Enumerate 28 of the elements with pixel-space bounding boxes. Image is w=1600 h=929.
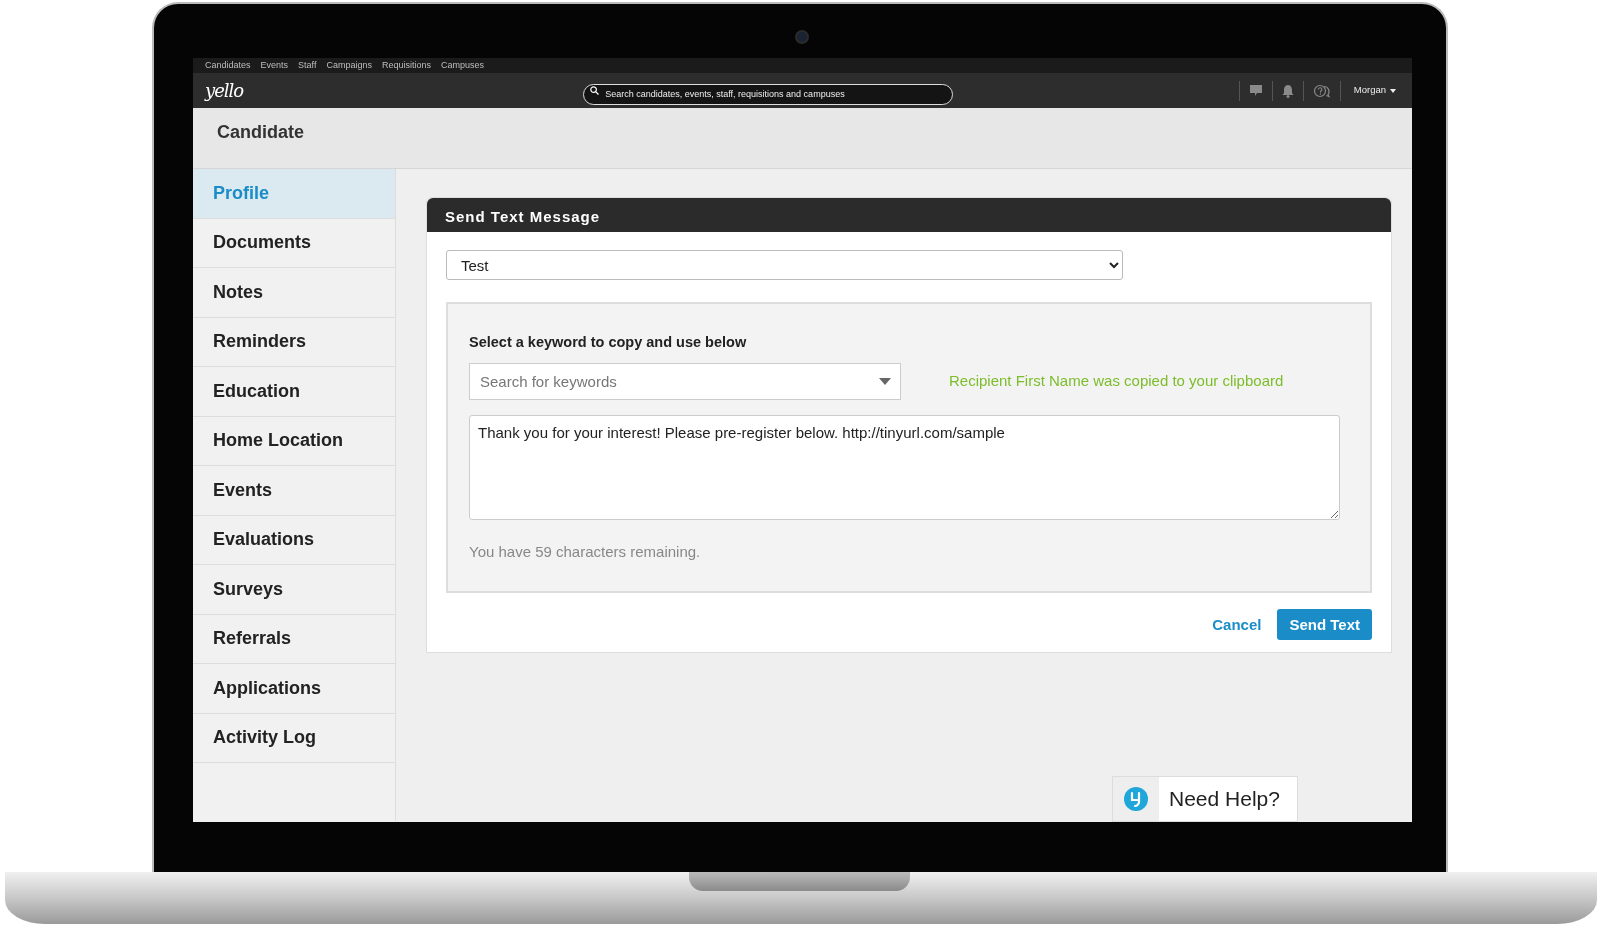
keyword-label: Select a keyword to copy and use below <box>469 333 748 352</box>
cancel-link[interactable]: Cancel <box>1208 609 1266 640</box>
characters-remaining: You have 59 characters remaining. <box>469 541 702 562</box>
top-nav-link[interactable]: Campaigns <box>326 58 372 73</box>
caret-icon <box>1390 88 1396 93</box>
help-label: Need Help? <box>1168 786 1280 813</box>
dropdown-caret-icon <box>879 377 891 385</box>
top-nav-link[interactable]: Campuses <box>441 58 484 73</box>
keyword-search-field[interactable]: Search for keywords <box>469 362 901 400</box>
logo-icon <box>1124 787 1148 811</box>
camera-icon <box>795 30 809 44</box>
bell-icon[interactable] <box>1281 83 1294 98</box>
help-bubbles-icon[interactable] <box>1312 83 1331 98</box>
template-select[interactable]: Test <box>446 250 1123 280</box>
message-field[interactable]: Thank you for your interest! Please pre-register below. http://tinyurl.com/sample <box>469 414 1340 520</box>
top-nav-link[interactable]: Candidates <box>205 58 251 73</box>
dialog-title: Send Text Message <box>427 198 1391 232</box>
copied-message: Recipient First Name was copied to your clipboard <box>949 371 1284 391</box>
search-field[interactable]: Search candidates, events, staff, requisitions and campuses <box>583 83 954 105</box>
send-text-button[interactable]: Send Text <box>1277 609 1372 641</box>
page-title: Candidate <box>217 122 305 144</box>
user-menu[interactable]: Morgan <box>1349 83 1400 98</box>
help-widget[interactable]: Need Help? <box>1112 776 1298 822</box>
top-nav-link[interactable]: Staff <box>298 58 317 73</box>
logo[interactable]: yello <box>205 77 244 104</box>
top-nav-link[interactable]: Events <box>260 58 289 73</box>
top-nav-link[interactable]: Requisitions <box>381 58 431 73</box>
chat-icon[interactable] <box>1248 84 1263 97</box>
